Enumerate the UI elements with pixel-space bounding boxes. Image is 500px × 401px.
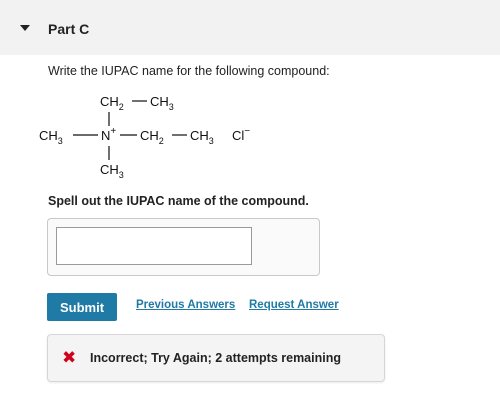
formula-top-ch3: CH3 <box>150 94 174 112</box>
formula-right-ch3: CH3 <box>190 128 214 146</box>
formula-right-ch2: CH2 <box>140 128 164 146</box>
feedback-box: ✖ Incorrect; Try Again; 2 attempts remai… <box>47 334 385 382</box>
formula-counter-ion: Cl− <box>232 126 250 143</box>
question-prompt: Write the IUPAC name for the following c… <box>48 64 330 78</box>
feedback-text: Incorrect; Try Again; 2 attempts remaini… <box>90 351 341 365</box>
iupac-name-input[interactable] <box>56 227 252 265</box>
answer-container <box>47 218 320 276</box>
answer-instruction: Spell out the IUPAC name of the compound… <box>48 194 309 208</box>
formula-bottom-ch3: CH3 <box>100 162 124 178</box>
structural-formula: CH2 CH3 CH3 N+ CH2 CH3 Cl− CH3 <box>20 88 320 180</box>
previous-answers-link[interactable]: Previous Answers <box>136 299 235 311</box>
formula-nitrogen: N+ <box>101 126 116 143</box>
submit-button[interactable]: Submit <box>47 293 117 321</box>
question-panel: Part C Write the IUPAC name for the foll… <box>0 0 500 401</box>
part-title: Part C <box>48 21 90 37</box>
formula-left-ch3: CH3 <box>39 128 63 146</box>
part-header[interactable]: Part C <box>0 0 500 55</box>
x-mark-icon: ✖ <box>62 348 77 367</box>
formula-top-ch2: CH2 <box>100 94 124 112</box>
collapse-triangle-icon[interactable] <box>20 25 30 31</box>
formula-diagram: CH2 CH3 CH3 N+ CH2 CH3 Cl− CH3 <box>39 94 250 180</box>
request-answer-link[interactable]: Request Answer <box>249 299 339 311</box>
